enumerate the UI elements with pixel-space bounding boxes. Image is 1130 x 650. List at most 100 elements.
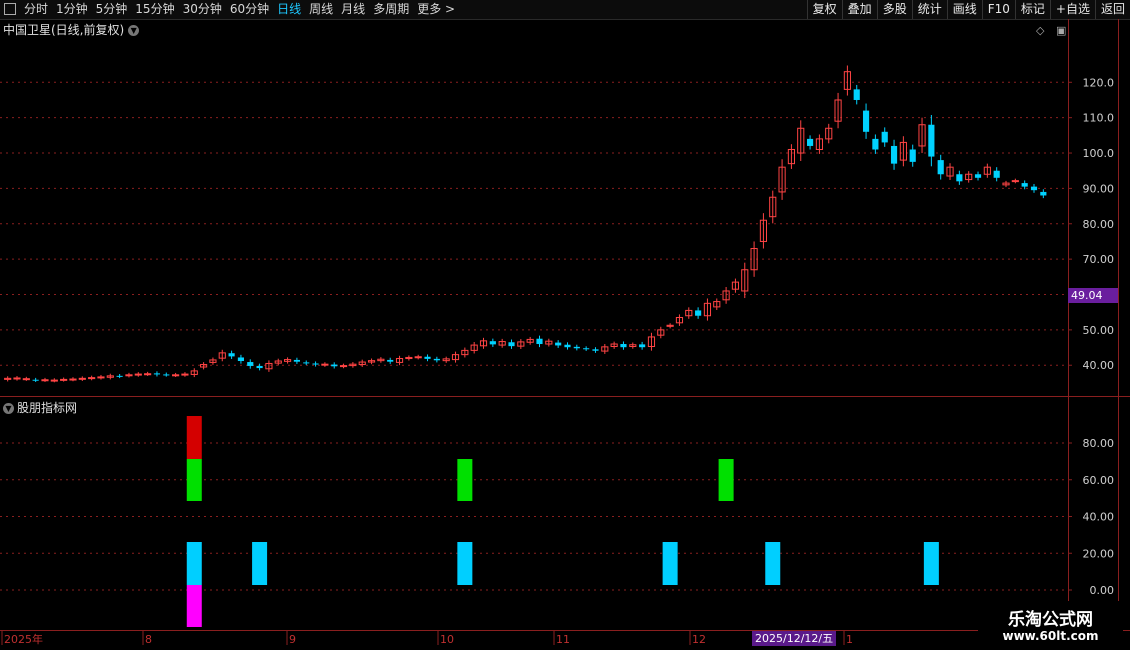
main-y-tick-label: 80.00	[1083, 218, 1115, 231]
candle-body	[937, 160, 944, 175]
chart-canvas[interactable]: 120.0110.0100.090.0080.0070.0060.0050.00…	[0, 0, 1130, 650]
candle-body	[536, 338, 543, 345]
tab-10[interactable]: 更多 >	[413, 0, 459, 19]
tab-1[interactable]: 1分钟	[52, 0, 92, 19]
indicator-y-tick-label: 80.00	[1083, 437, 1115, 450]
candle-body	[787, 148, 795, 165]
candle-body	[172, 374, 180, 377]
candle-body	[843, 71, 851, 90]
toolbar-right-buttons: 复权 叠加 多股 统计 画线 F10 标记 +自选 返回	[806, 0, 1130, 19]
tab-3[interactable]: 15分钟	[131, 0, 178, 19]
candle-body	[974, 174, 982, 178]
x-axis-label: 2025年	[4, 632, 43, 646]
toolbar-button-6[interactable]: 标记	[1014, 0, 1050, 19]
candle-body	[797, 127, 805, 154]
x-axis-label: 11	[556, 633, 570, 646]
candle-body	[331, 364, 338, 367]
tab-5[interactable]: 60分钟	[226, 0, 273, 19]
x-axis-label: 9	[289, 633, 296, 646]
candle-body	[956, 174, 963, 182]
indicator-y-tick-label: 0.00	[1090, 584, 1115, 597]
signal-bar-upper	[186, 459, 202, 501]
x-axis-label: 10	[440, 633, 454, 646]
toolbar-button-5[interactable]: F10	[981, 0, 1015, 19]
menu-icon[interactable]	[4, 3, 16, 15]
candle-body	[395, 358, 404, 363]
candle-body	[451, 354, 460, 361]
window-toggle-icon[interactable]: ▣	[1056, 24, 1066, 37]
candle-body	[303, 362, 310, 364]
main-y-tick-label: 70.00	[1083, 253, 1115, 266]
watermark-name: 乐淘公式网	[1008, 610, 1093, 630]
toolbar-button-7[interactable]: +自选	[1049, 0, 1095, 19]
candle-body	[545, 340, 553, 345]
candle-body	[265, 362, 273, 370]
toolbar-button-1[interactable]: 叠加	[841, 0, 877, 19]
signal-bar-bottom	[186, 585, 202, 627]
candle-body	[209, 359, 217, 363]
indicator-y-tick-label: 60.00	[1083, 474, 1115, 487]
toolbar-button-2[interactable]: 多股	[876, 0, 912, 19]
candle-body	[965, 173, 973, 181]
candle-body	[834, 99, 842, 122]
indicator-title: ▼ 股朋指标网	[3, 399, 77, 416]
candle-body	[1011, 180, 1019, 183]
candle-body	[106, 375, 114, 378]
watermark-url: www.60lt.com	[1002, 629, 1099, 643]
candle-body	[825, 127, 833, 140]
candle-body	[181, 373, 189, 376]
tab-4[interactable]: 30分钟	[179, 0, 226, 19]
tab-0[interactable]: 分时	[20, 0, 52, 19]
toolbar-button-3[interactable]: 统计	[911, 0, 947, 19]
candle-body	[555, 342, 562, 346]
candle-body	[759, 219, 768, 242]
candle-body	[237, 357, 245, 361]
candle-body	[778, 166, 786, 193]
candle-body	[899, 141, 907, 161]
candle-body	[283, 359, 292, 362]
tab-8[interactable]: 月线	[337, 0, 369, 19]
candle-body	[116, 375, 123, 377]
main-y-tick-label: 110.0	[1083, 112, 1115, 125]
candle-body	[592, 349, 599, 351]
candle-body	[228, 353, 235, 357]
tab-2[interactable]: 5分钟	[92, 0, 132, 19]
tab-6[interactable]: 日线	[273, 0, 305, 19]
candle-body	[853, 89, 860, 100]
diamond-icon[interactable]: ◇	[1036, 24, 1044, 37]
candle-body	[13, 377, 21, 380]
candle-body	[50, 379, 58, 382]
candle-body	[32, 379, 39, 381]
candle-body	[349, 363, 357, 367]
x-axis-label: 1	[846, 633, 853, 646]
x-axis-label: 8	[145, 633, 152, 646]
indicator-title-label: 股朋指标网	[17, 401, 78, 415]
candle-body	[815, 138, 823, 150]
signal-bar-lower	[765, 542, 781, 585]
toolbar-button-4[interactable]: 画线	[946, 0, 982, 19]
candle-body	[695, 310, 702, 316]
chevron-down-icon[interactable]: ▼	[128, 25, 140, 36]
candle-body	[928, 124, 935, 157]
candle-body	[610, 343, 618, 347]
signal-bar-lower	[252, 542, 268, 585]
candle-body	[983, 166, 991, 175]
candle-body	[442, 358, 450, 362]
candle-body	[125, 374, 133, 377]
candle-body	[639, 344, 646, 348]
candle-body	[881, 131, 888, 143]
candle-body	[498, 341, 506, 346]
candle-body	[97, 376, 105, 379]
signal-bar-lower	[662, 542, 678, 585]
tab-9[interactable]: 多周期	[369, 0, 413, 19]
candle-body	[685, 309, 693, 317]
candle-body	[675, 316, 684, 324]
toolbar-button-8[interactable]: 返回	[1094, 0, 1130, 19]
signal-bar-upper	[457, 459, 473, 501]
toolbar-button-0[interactable]: 复权	[806, 0, 842, 19]
x-axis-label: 12	[692, 633, 706, 646]
candle-body	[414, 356, 422, 359]
tab-7[interactable]: 周线	[305, 0, 337, 19]
candle-body	[274, 360, 282, 364]
chevron-down-icon[interactable]: ▼	[3, 403, 14, 414]
